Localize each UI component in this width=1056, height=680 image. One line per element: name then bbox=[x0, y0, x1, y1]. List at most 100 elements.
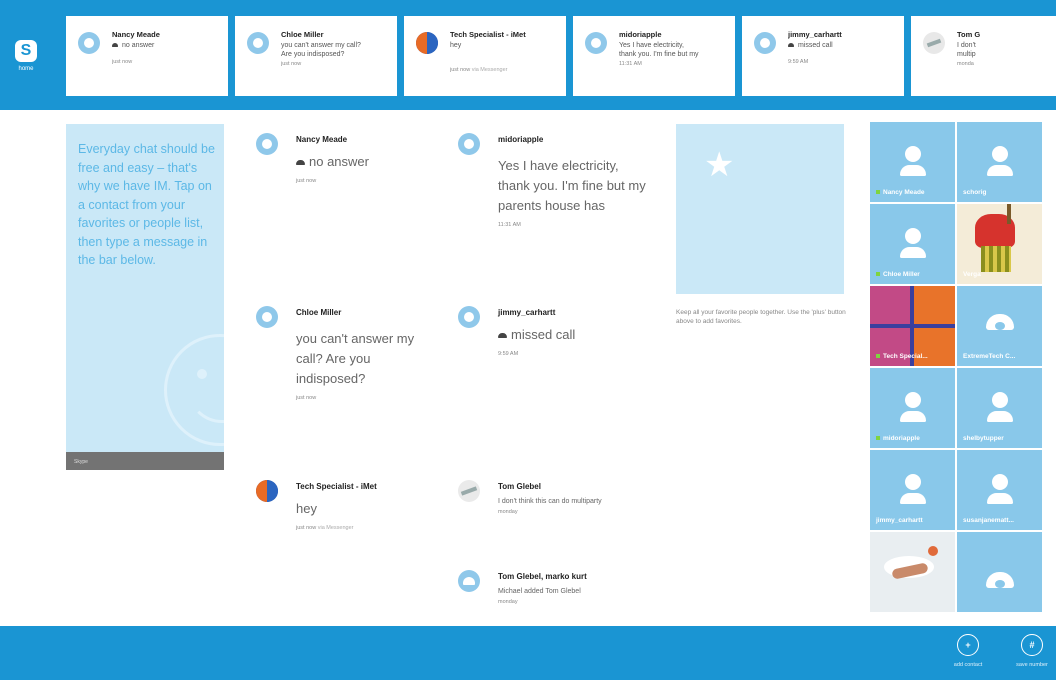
avatar-icon bbox=[754, 32, 776, 54]
recent-tile-midoriapple[interactable]: midoriapple Yes I have electricity, than… bbox=[573, 16, 735, 96]
person-name: ExtremeTech C... bbox=[963, 353, 1016, 360]
person-tile-photo[interactable] bbox=[870, 532, 955, 612]
person-tile[interactable]: Chloe Miller bbox=[870, 204, 955, 284]
conversation-message: hey bbox=[296, 501, 317, 516]
person-name: Nancy Meade bbox=[876, 189, 925, 196]
person-icon bbox=[899, 146, 926, 176]
avatar-icon bbox=[78, 32, 100, 54]
conversation-name: Nancy Meade bbox=[296, 135, 348, 144]
add-contact-icon: + bbox=[957, 634, 979, 656]
person-name: Chloe Miller bbox=[876, 271, 920, 278]
tile-time: 11:31 AM bbox=[619, 61, 642, 67]
app-bar: + add contact # save number bbox=[0, 626, 1056, 680]
tip-footer: Skype bbox=[66, 452, 224, 470]
conversation-time: monday bbox=[498, 599, 518, 605]
conversation-name: midoriapple bbox=[498, 135, 544, 144]
windows-logo-avatar-icon bbox=[256, 480, 278, 502]
person-tile[interactable] bbox=[957, 532, 1042, 612]
person-tile-photo[interactable]: Tech Special... bbox=[870, 286, 955, 366]
person-tile[interactable]: Nancy Meade bbox=[870, 122, 955, 202]
person-tile[interactable]: susanjanematt... bbox=[957, 450, 1042, 530]
save-number-button[interactable]: # save number bbox=[1008, 634, 1056, 668]
avatar-icon bbox=[247, 32, 269, 54]
conversation-message: Michael added Tom Glebel bbox=[498, 588, 581, 595]
phone-icon bbox=[985, 314, 1014, 330]
conversation-time: monday bbox=[498, 509, 518, 515]
tile-time: just now via Messenger bbox=[450, 67, 508, 73]
person-icon bbox=[986, 392, 1013, 422]
home-button[interactable]: S home bbox=[0, 0, 52, 110]
avatar-photo bbox=[458, 480, 480, 502]
tile-message-line: Yes I have electricity, bbox=[619, 42, 684, 49]
avatar-photo bbox=[870, 532, 955, 612]
person-tile[interactable]: schorig bbox=[957, 122, 1042, 202]
avatar-icon bbox=[256, 133, 278, 155]
tile-message-line: I don't bbox=[957, 42, 976, 49]
tile-time: just now bbox=[112, 59, 133, 65]
tile-time: monda bbox=[957, 61, 974, 67]
recent-conversations-bar: S home Nancy Meade no answer just now Ch… bbox=[0, 0, 1056, 110]
tile-message: no answer bbox=[112, 41, 160, 50]
conversation-item-group-chat[interactable]: Tom Glebel, marko kurt Michael added Tom… bbox=[458, 570, 658, 605]
phone-icon bbox=[498, 333, 507, 339]
conversation-message: you can't answer my call? Are you indisp… bbox=[296, 331, 415, 386]
tile-message-line: multip bbox=[957, 51, 976, 58]
tile-name: midoriapple bbox=[619, 30, 662, 39]
add-contact-button[interactable]: + add contact bbox=[944, 634, 992, 668]
tile-time: 9:59 AM bbox=[788, 59, 809, 65]
tip-text: Everyday chat should be free and easy – … bbox=[78, 142, 215, 267]
home-label: home bbox=[18, 66, 34, 72]
tile-name: Tom G bbox=[957, 30, 981, 39]
recent-tile-chloe-miller[interactable]: Chloe Miller you can't answer my call? A… bbox=[235, 16, 397, 96]
person-tile[interactable]: shelbytupper bbox=[957, 368, 1042, 448]
person-name: jimmy_carhartt bbox=[876, 517, 923, 524]
avatar-icon bbox=[458, 133, 480, 155]
conversation-item-midoriapple[interactable]: midoriapple Yes I have electricity, than… bbox=[458, 133, 658, 228]
conversation-name: Tom Glebel, marko kurt bbox=[498, 572, 587, 581]
windows-logo-avatar-icon bbox=[416, 32, 438, 54]
conversation-time: just now bbox=[296, 395, 317, 401]
person-tile-photo[interactable]: Verga bbox=[957, 204, 1042, 284]
person-tile[interactable]: ExtremeTech C... bbox=[957, 286, 1042, 366]
conversation-item-tom-glebel[interactable]: Tom Glebel I don't think this can do mul… bbox=[458, 480, 658, 515]
star-icon: ★ bbox=[704, 146, 735, 184]
conversation-time: just now via Messenger bbox=[296, 525, 354, 531]
im-tip-panel: Everyday chat should be free and easy – … bbox=[66, 124, 224, 470]
online-indicator bbox=[876, 436, 880, 441]
avatar-icon bbox=[585, 32, 607, 54]
favorites-placeholder[interactable]: ★ bbox=[676, 124, 844, 294]
recent-tile-nancy-meade[interactable]: Nancy Meade no answer just now bbox=[66, 16, 228, 96]
add-contact-label: add contact bbox=[953, 662, 983, 668]
recent-tile-jimmy-carhartt[interactable]: jimmy_carhartt missed call 9:59 AM bbox=[742, 16, 904, 96]
tile-name: jimmy_carhartt bbox=[788, 30, 842, 39]
conversation-item-tech-specialist[interactable]: Tech Specialist - iMet hey just now via … bbox=[256, 480, 446, 531]
tile-message: missed call bbox=[788, 41, 842, 50]
person-icon bbox=[986, 474, 1013, 504]
avatar-icon bbox=[256, 306, 278, 328]
person-name: Verga bbox=[963, 271, 981, 278]
conversation-name: Chloe Miller bbox=[296, 308, 342, 317]
phone-icon bbox=[112, 43, 118, 48]
online-indicator bbox=[876, 272, 880, 277]
conversation-message: no answer bbox=[296, 152, 446, 172]
recent-tile-tech-specialist[interactable]: Tech Specialist - iMet hey just now via … bbox=[404, 16, 566, 96]
person-icon bbox=[899, 474, 926, 504]
conversation-time: 11:31 AM bbox=[498, 222, 521, 228]
person-tile[interactable]: midoriapple bbox=[870, 368, 955, 448]
conversation-item-chloe-miller[interactable]: Chloe Miller you can't answer my call? A… bbox=[256, 306, 436, 401]
recent-tile-tom-glebel[interactable]: Tom G I don't multip monda bbox=[911, 16, 1056, 96]
person-name: schorig bbox=[963, 189, 987, 196]
conversation-item-jimmy-carhartt[interactable]: jimmy_carhartt missed call 9:59 AM bbox=[458, 306, 658, 357]
conversation-name: Tech Specialist - iMet bbox=[296, 482, 377, 491]
smiley-icon bbox=[164, 334, 224, 446]
conversation-message: Yes I have electricity, thank you. I'm f… bbox=[498, 158, 646, 213]
conversation-time: 9:59 AM bbox=[498, 351, 519, 357]
person-tile[interactable]: jimmy_carhartt bbox=[870, 450, 955, 530]
conversation-item-nancy-meade[interactable]: Nancy Meade no answer just now bbox=[256, 133, 446, 184]
phone-icon bbox=[788, 43, 794, 48]
avatar-photo bbox=[923, 32, 945, 54]
person-icon bbox=[986, 146, 1013, 176]
phone-icon bbox=[985, 572, 1014, 588]
favorites-note: Keep all your favorite people together. … bbox=[676, 309, 846, 325]
group-avatar-icon bbox=[458, 570, 480, 592]
